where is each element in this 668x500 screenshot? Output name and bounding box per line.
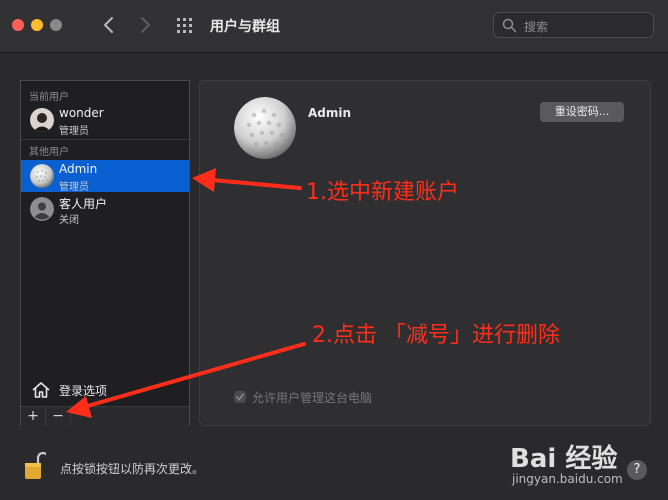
checkmark-icon (236, 393, 244, 401)
user-name: Admin (59, 162, 98, 176)
user-row-wonder[interactable]: wonder 管理员 (21, 104, 189, 137)
allow-admin-checkbox[interactable] (234, 391, 246, 403)
search-placeholder: 搜索 (524, 20, 549, 34)
user-list-panel: 当前用户 wonder 管理员 其他用户 Admin 管理员 客人用户 关闭 登… (20, 80, 190, 426)
chevron-right-icon (141, 17, 150, 33)
user-name: 客人用户 (59, 197, 108, 211)
back-button[interactable] (98, 14, 120, 36)
title-bar: 用户与群组 搜索 (0, 0, 668, 53)
admin-picture[interactable] (234, 97, 296, 159)
forward-button[interactable] (134, 14, 156, 36)
user-role: 管理员 (59, 126, 89, 137)
close-window-button[interactable] (12, 19, 24, 31)
allow-admin-label: 允许用户管理这台电脑 (252, 391, 373, 405)
allow-admin-row: 允许用户管理这台电脑 (234, 389, 494, 405)
zoom-window-button[interactable] (50, 19, 62, 31)
remove-user-button[interactable]: − (46, 407, 71, 426)
watermark-logo: Bai 经验 (510, 444, 618, 474)
user-row-guest[interactable]: 客人用户 关闭 (21, 193, 189, 226)
avatar-wonder (30, 108, 54, 132)
grid-icon (177, 18, 192, 33)
baidu-watermark: Bai 经验 jingyan.baidu.com (506, 436, 623, 496)
search-icon (502, 18, 517, 33)
chevron-left-icon (104, 17, 113, 33)
user-detail-panel: Admin 重设密码... 允许用户管理这台电脑 (199, 80, 651, 426)
lock-icon (25, 451, 50, 479)
help-button[interactable]: ? (627, 460, 647, 480)
watermark-url: jingyan.baidu.com (512, 472, 623, 486)
home-icon (32, 382, 50, 398)
lock-button[interactable] (24, 451, 50, 481)
login-options-label: 登录选项 (59, 384, 108, 398)
current-users-header: 当前用户 (29, 92, 69, 103)
user-role: 关闭 (59, 215, 79, 226)
detail-user-name: Admin (308, 106, 352, 120)
annotation-step-1: 1.选中新建账户 (306, 180, 459, 205)
search-field[interactable]: 搜索 (493, 12, 654, 38)
window-title: 用户与群组 (210, 19, 280, 35)
user-role: 管理员 (59, 182, 89, 193)
reset-password-button[interactable]: 重设密码... (540, 102, 624, 122)
show-all-button[interactable] (174, 15, 196, 37)
minimize-window-button[interactable] (31, 19, 43, 31)
login-options-item[interactable]: 登录选项 (29, 379, 179, 401)
avatar-admin (30, 164, 54, 188)
avatar-guest (30, 197, 54, 221)
other-users-header: 其他用户 (29, 147, 69, 158)
add-user-button[interactable]: + (21, 407, 46, 426)
lock-hint-text: 点按锁按钮以防再次更改。 (60, 462, 205, 476)
user-name: wonder (59, 106, 104, 120)
add-remove-bar: + − (21, 406, 189, 426)
divider (21, 139, 189, 140)
user-row-admin[interactable]: Admin 管理员 (21, 160, 189, 193)
annotation-step-2: 2.点击 「减号」进行删除 (312, 323, 560, 348)
